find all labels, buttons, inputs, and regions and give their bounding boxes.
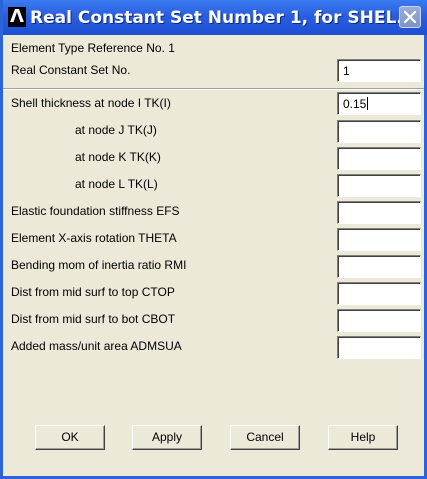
param-label-ctop: Dist from mid surf to top CTOP xyxy=(11,285,175,299)
close-icon xyxy=(403,10,417,24)
element-type-reference: Element Type Reference No. 1 xyxy=(11,41,175,55)
param-label-tk-k: at node K TK(K) xyxy=(75,150,161,164)
text-caret xyxy=(367,97,369,110)
param-input-ctop[interactable] xyxy=(337,282,421,305)
param-input-tk-k[interactable] xyxy=(337,147,421,170)
param-label-cbot: Dist from mid surf to bot CBOT xyxy=(11,312,176,326)
window-title: Real Constant Set Number 1, for SHEL... xyxy=(30,8,416,28)
param-label-rmi: Bending mom of inertia ratio RMI xyxy=(11,258,187,272)
param-input-tk-l[interactable] xyxy=(337,174,421,197)
param-label-theta: Element X-axis rotation THETA xyxy=(11,231,177,245)
param-input-rmi[interactable] xyxy=(337,255,421,278)
cancel-button[interactable]: Cancel xyxy=(230,425,300,450)
real-constant-set-input[interactable]: 1 xyxy=(337,59,421,82)
param-input-admsua[interactable] xyxy=(337,336,421,359)
title-bar[interactable]: Λ Real Constant Set Number 1, for SHEL..… xyxy=(3,0,427,35)
param-label-tk-i: Shell thickness at node I TK(I) xyxy=(11,96,171,110)
close-button[interactable] xyxy=(399,6,421,28)
divider xyxy=(3,88,424,90)
param-label-tk-l: at node L TK(L) xyxy=(75,177,158,191)
param-label-efs: Elastic foundation stiffness EFS xyxy=(11,204,180,218)
param-input-theta[interactable] xyxy=(337,228,421,251)
param-label-tk-j: at node J TK(J) xyxy=(75,123,157,137)
ansys-logo-icon: Λ xyxy=(8,7,26,27)
param-input-tk-i[interactable]: 0.15 xyxy=(337,92,421,115)
help-button[interactable]: Help xyxy=(328,425,398,450)
ok-button[interactable]: OK xyxy=(35,425,105,450)
dialog-content: Element Type Reference No. 1 Real Consta… xyxy=(3,35,424,476)
dialog-window: Λ Real Constant Set Number 1, for SHEL..… xyxy=(0,0,427,479)
param-input-efs[interactable] xyxy=(337,201,421,224)
param-input-tk-i-value: 0.15 xyxy=(343,97,367,111)
real-constant-set-label: Real Constant Set No. xyxy=(11,63,131,77)
param-input-cbot[interactable] xyxy=(337,309,421,332)
apply-button[interactable]: Apply xyxy=(132,425,202,450)
param-label-admsua: Added mass/unit area ADMSUA xyxy=(11,339,182,353)
param-input-tk-j[interactable] xyxy=(337,120,421,143)
